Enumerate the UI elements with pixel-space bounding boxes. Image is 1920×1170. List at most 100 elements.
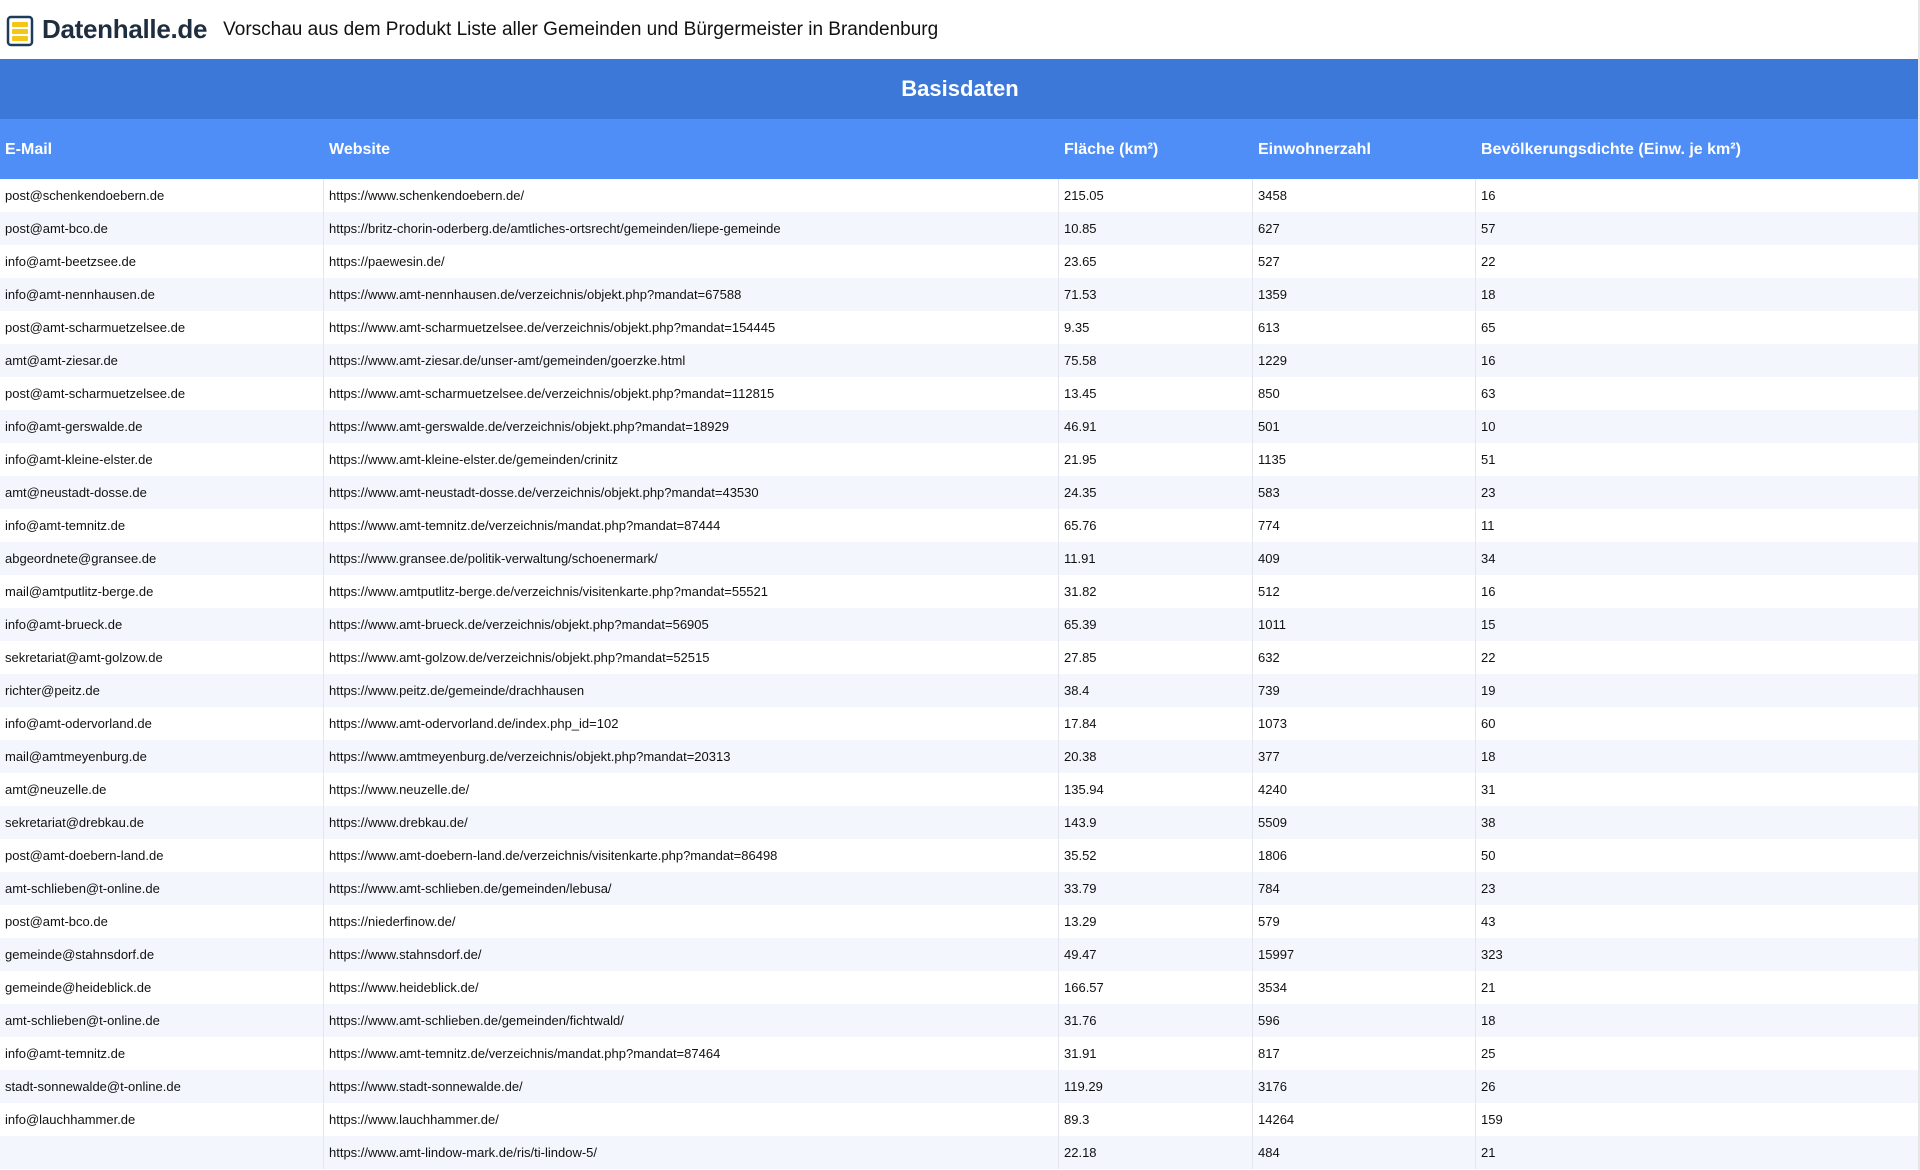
cell-email[interactable]: sekretariat@amt-golzow.de	[0, 641, 324, 674]
column-header-area[interactable]: Fläche (km²)	[1059, 141, 1253, 159]
table-row[interactable]: gemeinde@stahnsdorf.de https://www.stahns…	[0, 938, 1920, 971]
cell-website[interactable]: https://www.amt-scharmuetzelsee.de/verze…	[324, 377, 1059, 410]
cell-website[interactable]: https://www.stadt-sonnewalde.de/	[324, 1070, 1059, 1103]
table-row[interactable]: info@lauchhammer.de https://www.lauchhamm…	[0, 1103, 1920, 1136]
cell-website[interactable]: https://www.amt-gerswalde.de/verzeichnis…	[324, 410, 1059, 443]
cell-website[interactable]: https://niederfinow.de/	[324, 905, 1059, 938]
cell-email[interactable]: mail@amtputlitz-berge.de	[0, 575, 324, 608]
table-row[interactable]: post@amt-bco.de https://britz-chorin-oder…	[0, 212, 1920, 245]
cell-email[interactable]: post@amt-doebern-land.de	[0, 839, 324, 872]
table-row[interactable]: gemeinde@heideblick.de https://www.heideb…	[0, 971, 1920, 1004]
cell-area: 71.53	[1059, 278, 1253, 311]
cell-email[interactable]	[0, 1136, 324, 1169]
cell-email[interactable]: info@lauchhammer.de	[0, 1103, 324, 1136]
cell-email[interactable]: info@amt-odervorland.de	[0, 707, 324, 740]
table-row[interactable]: amt@neuzelle.de https://www.neuzelle.de/1…	[0, 773, 1920, 806]
table-row[interactable]: post@amt-bco.de https://niederfinow.de/13…	[0, 905, 1920, 938]
table-row[interactable]: https://www.amt-lindow-mark.de/ris/ti-li…	[0, 1136, 1920, 1169]
table-row[interactable]: mail@amtputlitz-berge.de https://www.amtp…	[0, 575, 1920, 608]
cell-email[interactable]: post@amt-scharmuetzelsee.de	[0, 311, 324, 344]
cell-website[interactable]: https://www.lauchhammer.de/	[324, 1103, 1059, 1136]
cell-website[interactable]: https://www.stahnsdorf.de/	[324, 938, 1059, 971]
cell-email[interactable]: gemeinde@heideblick.de	[0, 971, 324, 1004]
column-header-website[interactable]: Website	[324, 141, 1059, 159]
cell-email[interactable]: post@amt-scharmuetzelsee.de	[0, 377, 324, 410]
table-row[interactable]: post@amt-scharmuetzelsee.de https://www.a…	[0, 311, 1920, 344]
table-row[interactable]: sekretariat@amt-golzow.de https://www.amt…	[0, 641, 1920, 674]
cell-email[interactable]: sekretariat@drebkau.de	[0, 806, 324, 839]
cell-email[interactable]: info@amt-kleine-elster.de	[0, 443, 324, 476]
cell-website[interactable]: https://www.amt-doebern-land.de/verzeich…	[324, 839, 1059, 872]
cell-website[interactable]: https://www.amt-neustadt-dosse.de/verzei…	[324, 476, 1059, 509]
cell-email[interactable]: info@amt-nennhausen.de	[0, 278, 324, 311]
cell-website[interactable]: https://www.schenkendoebern.de/	[324, 179, 1059, 212]
cell-website[interactable]: https://www.amt-temnitz.de/verzeichnis/m…	[324, 1037, 1059, 1070]
cell-website[interactable]: https://www.amt-kleine-elster.de/gemeind…	[324, 443, 1059, 476]
cell-email[interactable]: info@amt-gerswalde.de	[0, 410, 324, 443]
cell-email[interactable]: post@amt-bco.de	[0, 905, 324, 938]
table-row[interactable]: amt@amt-ziesar.de https://www.amt-ziesar.…	[0, 344, 1920, 377]
cell-email[interactable]: info@amt-temnitz.de	[0, 1037, 324, 1070]
cell-email[interactable]: amt-schlieben@t-online.de	[0, 1004, 324, 1037]
cell-website[interactable]: https://www.drebkau.de/	[324, 806, 1059, 839]
cell-website[interactable]: https://www.amt-schlieben.de/gemeinden/f…	[324, 1004, 1059, 1037]
table-row[interactable]: post@schenkendoebern.de https://www.schen…	[0, 179, 1920, 212]
cell-website[interactable]: https://www.amt-brueck.de/verzeichnis/ob…	[324, 608, 1059, 641]
table-row[interactable]: info@amt-temnitz.de https://www.amt-temni…	[0, 1037, 1920, 1070]
cell-website[interactable]: https://www.peitz.de/gemeinde/drachhause…	[324, 674, 1059, 707]
table-row[interactable]: amt-schlieben@t-online.de https://www.amt…	[0, 872, 1920, 905]
cell-website[interactable]: https://www.amt-schlieben.de/gemeinden/l…	[324, 872, 1059, 905]
cell-email[interactable]: richter@peitz.de	[0, 674, 324, 707]
table-row[interactable]: abgeordnete@gransee.de https://www.granse…	[0, 542, 1920, 575]
cell-email[interactable]: post@amt-bco.de	[0, 212, 324, 245]
table-row[interactable]: richter@peitz.de https://www.peitz.de/gem…	[0, 674, 1920, 707]
table-row[interactable]: info@amt-beetzsee.de https://paewesin.de/…	[0, 245, 1920, 278]
table-row[interactable]: info@amt-odervorland.de https://www.amt-o…	[0, 707, 1920, 740]
cell-website[interactable]: https://www.amt-scharmuetzelsee.de/verze…	[324, 311, 1059, 344]
cell-website[interactable]: https://www.amt-ziesar.de/unser-amt/geme…	[324, 344, 1059, 377]
cell-email[interactable]: amt@neustadt-dosse.de	[0, 476, 324, 509]
cell-area: 89.3	[1059, 1103, 1253, 1136]
cell-email[interactable]: amt@amt-ziesar.de	[0, 344, 324, 377]
cell-website[interactable]: https://www.amt-nennhausen.de/verzeichni…	[324, 278, 1059, 311]
table-row[interactable]: post@amt-doebern-land.de https://www.amt-…	[0, 839, 1920, 872]
cell-email[interactable]: info@amt-brueck.de	[0, 608, 324, 641]
table-row[interactable]: info@amt-gerswalde.de https://www.amt-ger…	[0, 410, 1920, 443]
column-header-population[interactable]: Einwohnerzahl	[1253, 141, 1476, 159]
cell-email[interactable]: amt-schlieben@t-online.de	[0, 872, 324, 905]
table-row[interactable]: mail@amtmeyenburg.de https://www.amtmeyen…	[0, 740, 1920, 773]
cell-email[interactable]: mail@amtmeyenburg.de	[0, 740, 324, 773]
cell-email[interactable]: info@amt-temnitz.de	[0, 509, 324, 542]
table-row[interactable]: post@amt-scharmuetzelsee.de https://www.a…	[0, 377, 1920, 410]
cell-email[interactable]: gemeinde@stahnsdorf.de	[0, 938, 324, 971]
table-row[interactable]: info@amt-brueck.de https://www.amt-brueck…	[0, 608, 1920, 641]
cell-email[interactable]: amt@neuzelle.de	[0, 773, 324, 806]
cell-website[interactable]: https://www.amt-temnitz.de/verzeichnis/m…	[324, 509, 1059, 542]
cell-email[interactable]: stadt-sonnewalde@t-online.de	[0, 1070, 324, 1103]
cell-website[interactable]: https://www.amt-odervorland.de/index.php…	[324, 707, 1059, 740]
brand-logo[interactable]: Datenhalle.de	[6, 13, 207, 47]
cell-website[interactable]: https://www.amtmeyenburg.de/verzeichnis/…	[324, 740, 1059, 773]
cell-area: 17.84	[1059, 707, 1253, 740]
cell-website[interactable]: https://britz-chorin-oderberg.de/amtlich…	[324, 212, 1059, 245]
column-header-density[interactable]: Bevölkerungsdichte (Einw. je km²)	[1476, 141, 1920, 159]
cell-email[interactable]: post@schenkendoebern.de	[0, 179, 324, 212]
cell-website[interactable]: https://www.amt-lindow-mark.de/ris/ti-li…	[324, 1136, 1059, 1169]
table-row[interactable]: amt@neustadt-dosse.de https://www.amt-neu…	[0, 476, 1920, 509]
cell-website[interactable]: https://www.neuzelle.de/	[324, 773, 1059, 806]
cell-website[interactable]: https://www.gransee.de/politik-verwaltun…	[324, 542, 1059, 575]
table-row[interactable]: sekretariat@drebkau.de https://www.drebka…	[0, 806, 1920, 839]
cell-email[interactable]: abgeordnete@gransee.de	[0, 542, 324, 575]
table-row[interactable]: info@amt-temnitz.de https://www.amt-temni…	[0, 509, 1920, 542]
cell-website[interactable]: https://www.amtputlitz-berge.de/verzeich…	[324, 575, 1059, 608]
cell-email[interactable]: info@amt-beetzsee.de	[0, 245, 324, 278]
cell-density: 22	[1481, 650, 1496, 665]
column-header-email[interactable]: E-Mail	[0, 141, 324, 159]
table-row[interactable]: info@amt-nennhausen.de https://www.amt-ne…	[0, 278, 1920, 311]
cell-website[interactable]: https://www.amt-golzow.de/verzeichnis/ob…	[324, 641, 1059, 674]
cell-website[interactable]: https://www.heideblick.de/	[324, 971, 1059, 1004]
cell-website[interactable]: https://paewesin.de/	[324, 245, 1059, 278]
table-row[interactable]: info@amt-kleine-elster.de https://www.amt…	[0, 443, 1920, 476]
table-row[interactable]: stadt-sonnewalde@t-online.de https://www.…	[0, 1070, 1920, 1103]
table-row[interactable]: amt-schlieben@t-online.de https://www.amt…	[0, 1004, 1920, 1037]
